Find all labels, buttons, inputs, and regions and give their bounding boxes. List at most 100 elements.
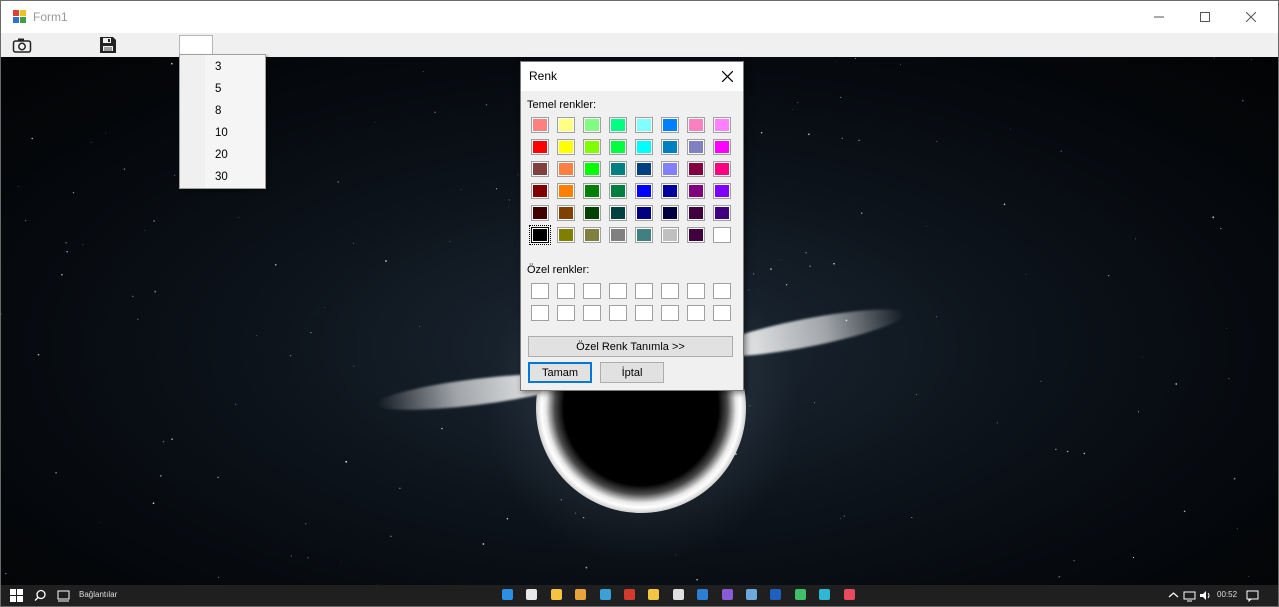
basic-color-swatch[interactable]: [687, 183, 705, 199]
custom-color-swatch[interactable]: [661, 305, 679, 321]
minimize-button[interactable]: [1136, 1, 1182, 33]
menu-item-3[interactable]: 3: [215, 56, 263, 78]
app-icon[interactable]: [843, 589, 855, 600]
notification-icon[interactable]: [1246, 589, 1259, 602]
chrome-icon[interactable]: [526, 589, 538, 600]
basic-color-swatch[interactable]: [609, 117, 627, 133]
search-icon[interactable]: [34, 589, 47, 602]
custom-color-swatch[interactable]: [531, 305, 549, 321]
basic-color-swatch[interactable]: [583, 117, 601, 133]
close-button[interactable]: [1228, 1, 1274, 33]
chevron-up-icon[interactable]: [1167, 589, 1180, 602]
basic-color-swatch[interactable]: [557, 183, 575, 199]
basic-color-swatch[interactable]: [557, 227, 575, 243]
basic-color-swatch[interactable]: [557, 139, 575, 155]
basic-color-swatch[interactable]: [635, 183, 653, 199]
store-icon[interactable]: [575, 589, 587, 600]
basic-color-swatch[interactable]: [531, 139, 549, 155]
network-icon[interactable]: [1183, 589, 1196, 602]
basic-color-swatch[interactable]: [609, 183, 627, 199]
basic-color-swatch[interactable]: [531, 161, 549, 177]
basic-color-swatch[interactable]: [557, 117, 575, 133]
basic-color-swatch[interactable]: [661, 227, 679, 243]
sticky-notes-icon[interactable]: [648, 589, 660, 600]
custom-color-swatch[interactable]: [635, 305, 653, 321]
cancel-button[interactable]: İptal: [600, 362, 664, 383]
basic-color-swatch[interactable]: [687, 139, 705, 155]
custom-color-swatch[interactable]: [609, 305, 627, 321]
maximize-button[interactable]: [1182, 1, 1228, 33]
custom-color-swatch[interactable]: [687, 283, 705, 299]
steam-icon[interactable]: [746, 589, 757, 600]
menu-item-5[interactable]: 5: [215, 78, 263, 100]
basic-color-swatch[interactable]: [713, 139, 731, 155]
basic-color-swatch[interactable]: [687, 117, 705, 133]
basic-color-swatch[interactable]: [661, 139, 679, 155]
basic-color-swatch[interactable]: [713, 227, 731, 243]
basic-color-swatch[interactable]: [557, 161, 575, 177]
acrobat-icon[interactable]: [624, 589, 635, 600]
app-icon[interactable]: [819, 589, 831, 600]
camera-icon[interactable]: [12, 37, 32, 54]
basic-color-swatch[interactable]: [713, 161, 731, 177]
basic-color-swatch[interactable]: [529, 225, 551, 245]
taskbar-clock[interactable]: 00:52: [1217, 590, 1237, 599]
custom-color-swatch[interactable]: [583, 283, 601, 299]
basic-color-swatch[interactable]: [583, 139, 601, 155]
basic-color-swatch[interactable]: [635, 139, 653, 155]
menu-item-30[interactable]: 30: [215, 166, 263, 188]
basic-color-swatch[interactable]: [609, 205, 627, 221]
floppy-disk-icon[interactable]: [99, 36, 117, 54]
app-icon[interactable]: [794, 589, 806, 600]
basic-color-swatch[interactable]: [557, 205, 575, 221]
task-view-icon[interactable]: [57, 589, 70, 602]
custom-color-swatch[interactable]: [557, 305, 575, 321]
basic-color-swatch[interactable]: [687, 205, 705, 221]
menu-item-10[interactable]: 10: [215, 122, 263, 144]
menu-item-20[interactable]: 20: [215, 144, 263, 166]
windows-start-icon[interactable]: [10, 589, 23, 602]
define-custom-colors-button[interactable]: Özel Renk Tanımla >>: [528, 336, 733, 357]
basic-color-swatch[interactable]: [661, 117, 679, 133]
basic-color-swatch[interactable]: [531, 183, 549, 199]
basic-color-swatch[interactable]: [713, 117, 731, 133]
ok-button[interactable]: Tamam: [528, 362, 592, 383]
basic-color-swatch[interactable]: [583, 205, 601, 221]
basic-color-swatch[interactable]: [609, 227, 627, 243]
basic-color-swatch[interactable]: [713, 205, 731, 221]
github-icon[interactable]: [672, 589, 684, 600]
custom-color-swatch[interactable]: [583, 305, 601, 321]
custom-color-swatch[interactable]: [661, 283, 679, 299]
basic-color-swatch[interactable]: [635, 227, 653, 243]
custom-color-swatch[interactable]: [531, 283, 549, 299]
file-explorer-icon[interactable]: [550, 589, 562, 600]
basic-color-swatch[interactable]: [635, 205, 653, 221]
basic-color-swatch[interactable]: [583, 161, 601, 177]
basic-color-swatch[interactable]: [583, 227, 601, 243]
custom-color-swatch[interactable]: [713, 305, 731, 321]
basic-color-swatch[interactable]: [687, 227, 705, 243]
dialog-close-button[interactable]: [717, 66, 737, 86]
basic-color-swatch[interactable]: [609, 139, 627, 155]
basic-color-swatch[interactable]: [635, 117, 653, 133]
basic-color-swatch[interactable]: [635, 161, 653, 177]
basic-color-swatch[interactable]: [531, 117, 549, 133]
basic-color-swatch[interactable]: [713, 183, 731, 199]
visual-studio-icon[interactable]: [721, 589, 733, 600]
menu-item-8[interactable]: 8: [215, 100, 263, 122]
volume-icon[interactable]: [1199, 589, 1212, 602]
vscode-icon[interactable]: [697, 589, 709, 600]
mail-icon[interactable]: [599, 589, 611, 600]
edge-icon[interactable]: [502, 589, 513, 600]
custom-color-swatch[interactable]: [687, 305, 705, 321]
basic-color-swatch[interactable]: [661, 205, 679, 221]
basic-color-swatch[interactable]: [661, 161, 679, 177]
basic-color-swatch[interactable]: [583, 183, 601, 199]
app-icon[interactable]: [770, 589, 782, 600]
custom-color-swatch[interactable]: [557, 283, 575, 299]
custom-color-swatch[interactable]: [635, 283, 653, 299]
basic-color-swatch[interactable]: [661, 183, 679, 199]
taskbar-links-label[interactable]: Bağlantılar: [79, 590, 117, 599]
basic-color-swatch[interactable]: [609, 161, 627, 177]
custom-color-swatch[interactable]: [609, 283, 627, 299]
